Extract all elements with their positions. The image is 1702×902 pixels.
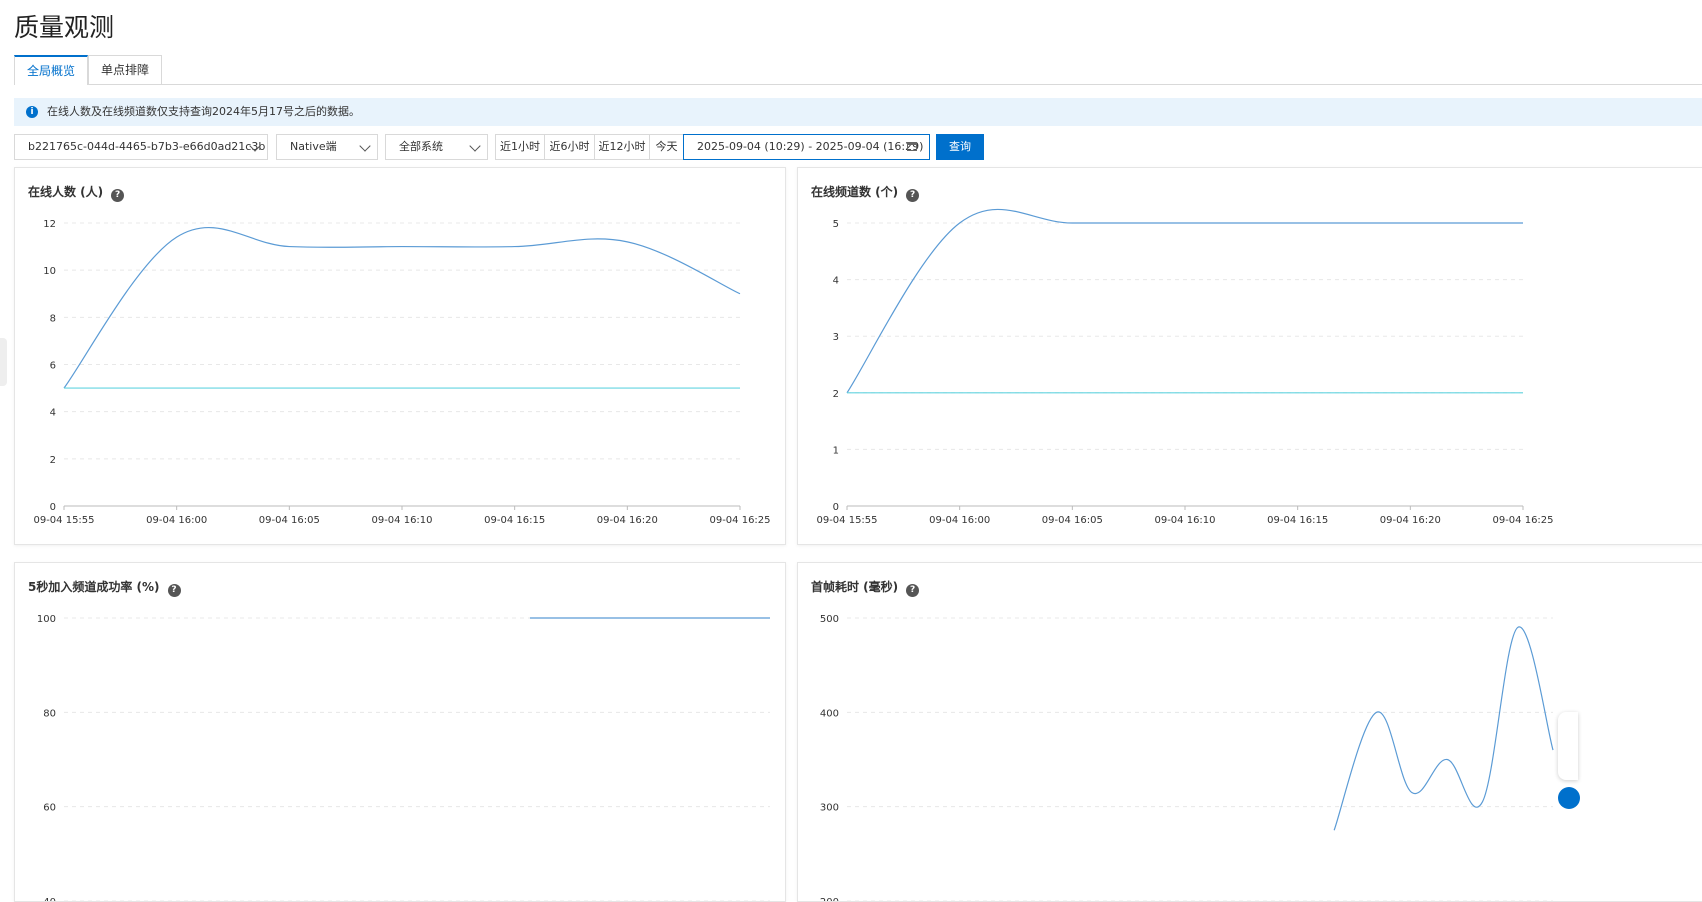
chevron-down-icon xyxy=(469,140,481,152)
x-tick-label: 09-04 16:25 xyxy=(1492,515,1553,526)
tab-single-point-troubleshoot[interactable]: 单点排障 xyxy=(88,55,162,84)
notice-text: 在线人数及在线频道数仅支持查询2024年5月17号之后的数据。 xyxy=(47,105,360,118)
y-tick-label: 4 xyxy=(833,276,839,287)
notice-banner: i 在线人数及在线频道数仅支持查询2024年5月17号之后的数据。 xyxy=(14,98,1702,126)
quick-range-1h[interactable]: 近1小时 xyxy=(495,134,545,160)
x-tick-label: 09-04 16:05 xyxy=(259,515,320,526)
y-tick-label: 200 xyxy=(820,897,839,902)
x-tick-label: 09-04 16:25 xyxy=(709,515,770,526)
x-tick-label: 09-04 16:15 xyxy=(1267,515,1328,526)
y-tick-label: 60 xyxy=(43,803,56,814)
y-tick-label: 4 xyxy=(50,408,56,419)
tab-global-overview[interactable]: 全局概览 xyxy=(14,55,88,85)
y-tick-label: 100 xyxy=(37,614,56,625)
y-tick-label: 300 xyxy=(820,803,839,814)
chart-svg: 0 2 4 6 8 10 12 09-04 15:55 09-04 16:00 09-04 16:… xyxy=(33,219,770,526)
join-success-rate-card: 5秒加入频道成功率 (%)? 406080100 xyxy=(14,562,786,902)
y-tick-label: 0 xyxy=(833,502,839,513)
x-tick-label: 09-04 16:15 xyxy=(484,515,545,526)
system-select[interactable]: 全部系统 xyxy=(385,134,488,160)
quick-range-12h[interactable]: 近12小时 xyxy=(594,134,650,160)
y-tick-label: 5 xyxy=(833,219,839,230)
app-id-value: b221765c-044d-4465-b7b3-e66d0ad21c3b xyxy=(28,140,266,153)
quick-range-today[interactable]: 今天 xyxy=(649,134,684,160)
y-tick-label: 80 xyxy=(43,708,56,719)
x-tick-label: 09-04 16:00 xyxy=(146,515,207,526)
y-tick-label: 0 xyxy=(50,502,56,513)
online-channels-card: 在线频道数 (个)? 0 1 2 3 4 5 09-04 15:55 09-04 16:00 0… xyxy=(797,167,1702,545)
x-tick-label: 09-04 16:00 xyxy=(929,515,990,526)
x-tick-label: 09-04 15:55 xyxy=(33,515,94,526)
assistant-button[interactable] xyxy=(1558,787,1580,809)
date-range-value: 2025-09-04 (10:29) - 2025-09-04 (16:29) xyxy=(697,140,924,153)
platform-select[interactable]: Native端 xyxy=(276,134,378,160)
y-tick-label: 8 xyxy=(50,313,56,324)
y-tick-label: 6 xyxy=(50,361,56,372)
series-line-0 xyxy=(1333,626,1554,831)
y-tick-label: 2 xyxy=(833,389,839,400)
info-icon: i xyxy=(26,106,38,118)
y-tick-label: 3 xyxy=(833,332,839,343)
y-tick-label: 500 xyxy=(820,614,839,625)
x-tick-label: 09-04 16:20 xyxy=(597,515,658,526)
y-tick-label: 10 xyxy=(43,266,56,277)
chevron-down-icon xyxy=(359,140,371,152)
app-id-select[interactable]: b221765c-044d-4465-b7b3-e66d0ad21c3b xyxy=(14,134,268,160)
online-users-card: 在线人数 (人)? 0 2 4 6 8 10 12 09-04 15:55 09-04 16:0… xyxy=(14,167,786,545)
x-tick-label: 09-04 15:55 xyxy=(816,515,877,526)
y-tick-label: 400 xyxy=(820,708,839,719)
platform-value: Native端 xyxy=(290,140,337,153)
assistant-widget[interactable] xyxy=(1558,712,1578,780)
date-range-picker[interactable]: 2025-09-04 (10:29) - 2025-09-04 (16:29) xyxy=(683,134,930,160)
system-value: 全部系统 xyxy=(399,140,443,153)
tab-bar: 全局概览 单点排障 xyxy=(14,55,1702,85)
chart-svg: 40 60 80 100 xyxy=(37,614,770,902)
y-tick-label: 12 xyxy=(43,219,56,230)
y-tick-label: 1 xyxy=(833,445,839,456)
y-tick-label: 40 xyxy=(43,897,56,902)
page-title: 质量观测 xyxy=(14,13,115,42)
sidebar-collapse-handle[interactable] xyxy=(0,338,7,386)
x-tick-label: 09-04 16:10 xyxy=(371,515,432,526)
quick-range-6h[interactable]: 近6小时 xyxy=(544,134,595,160)
x-tick-label: 09-04 16:05 xyxy=(1042,515,1103,526)
x-tick-label: 09-04 16:20 xyxy=(1380,515,1441,526)
calendar-icon xyxy=(907,142,917,151)
x-tick-label: 09-04 16:10 xyxy=(1154,515,1215,526)
query-button[interactable]: 查询 xyxy=(936,134,984,160)
chart-svg: 0 1 2 3 4 5 09-04 15:55 09-04 16:00 09-04 16:05 0… xyxy=(816,208,1554,526)
y-tick-label: 2 xyxy=(50,455,56,466)
series-line-0 xyxy=(846,208,1523,394)
